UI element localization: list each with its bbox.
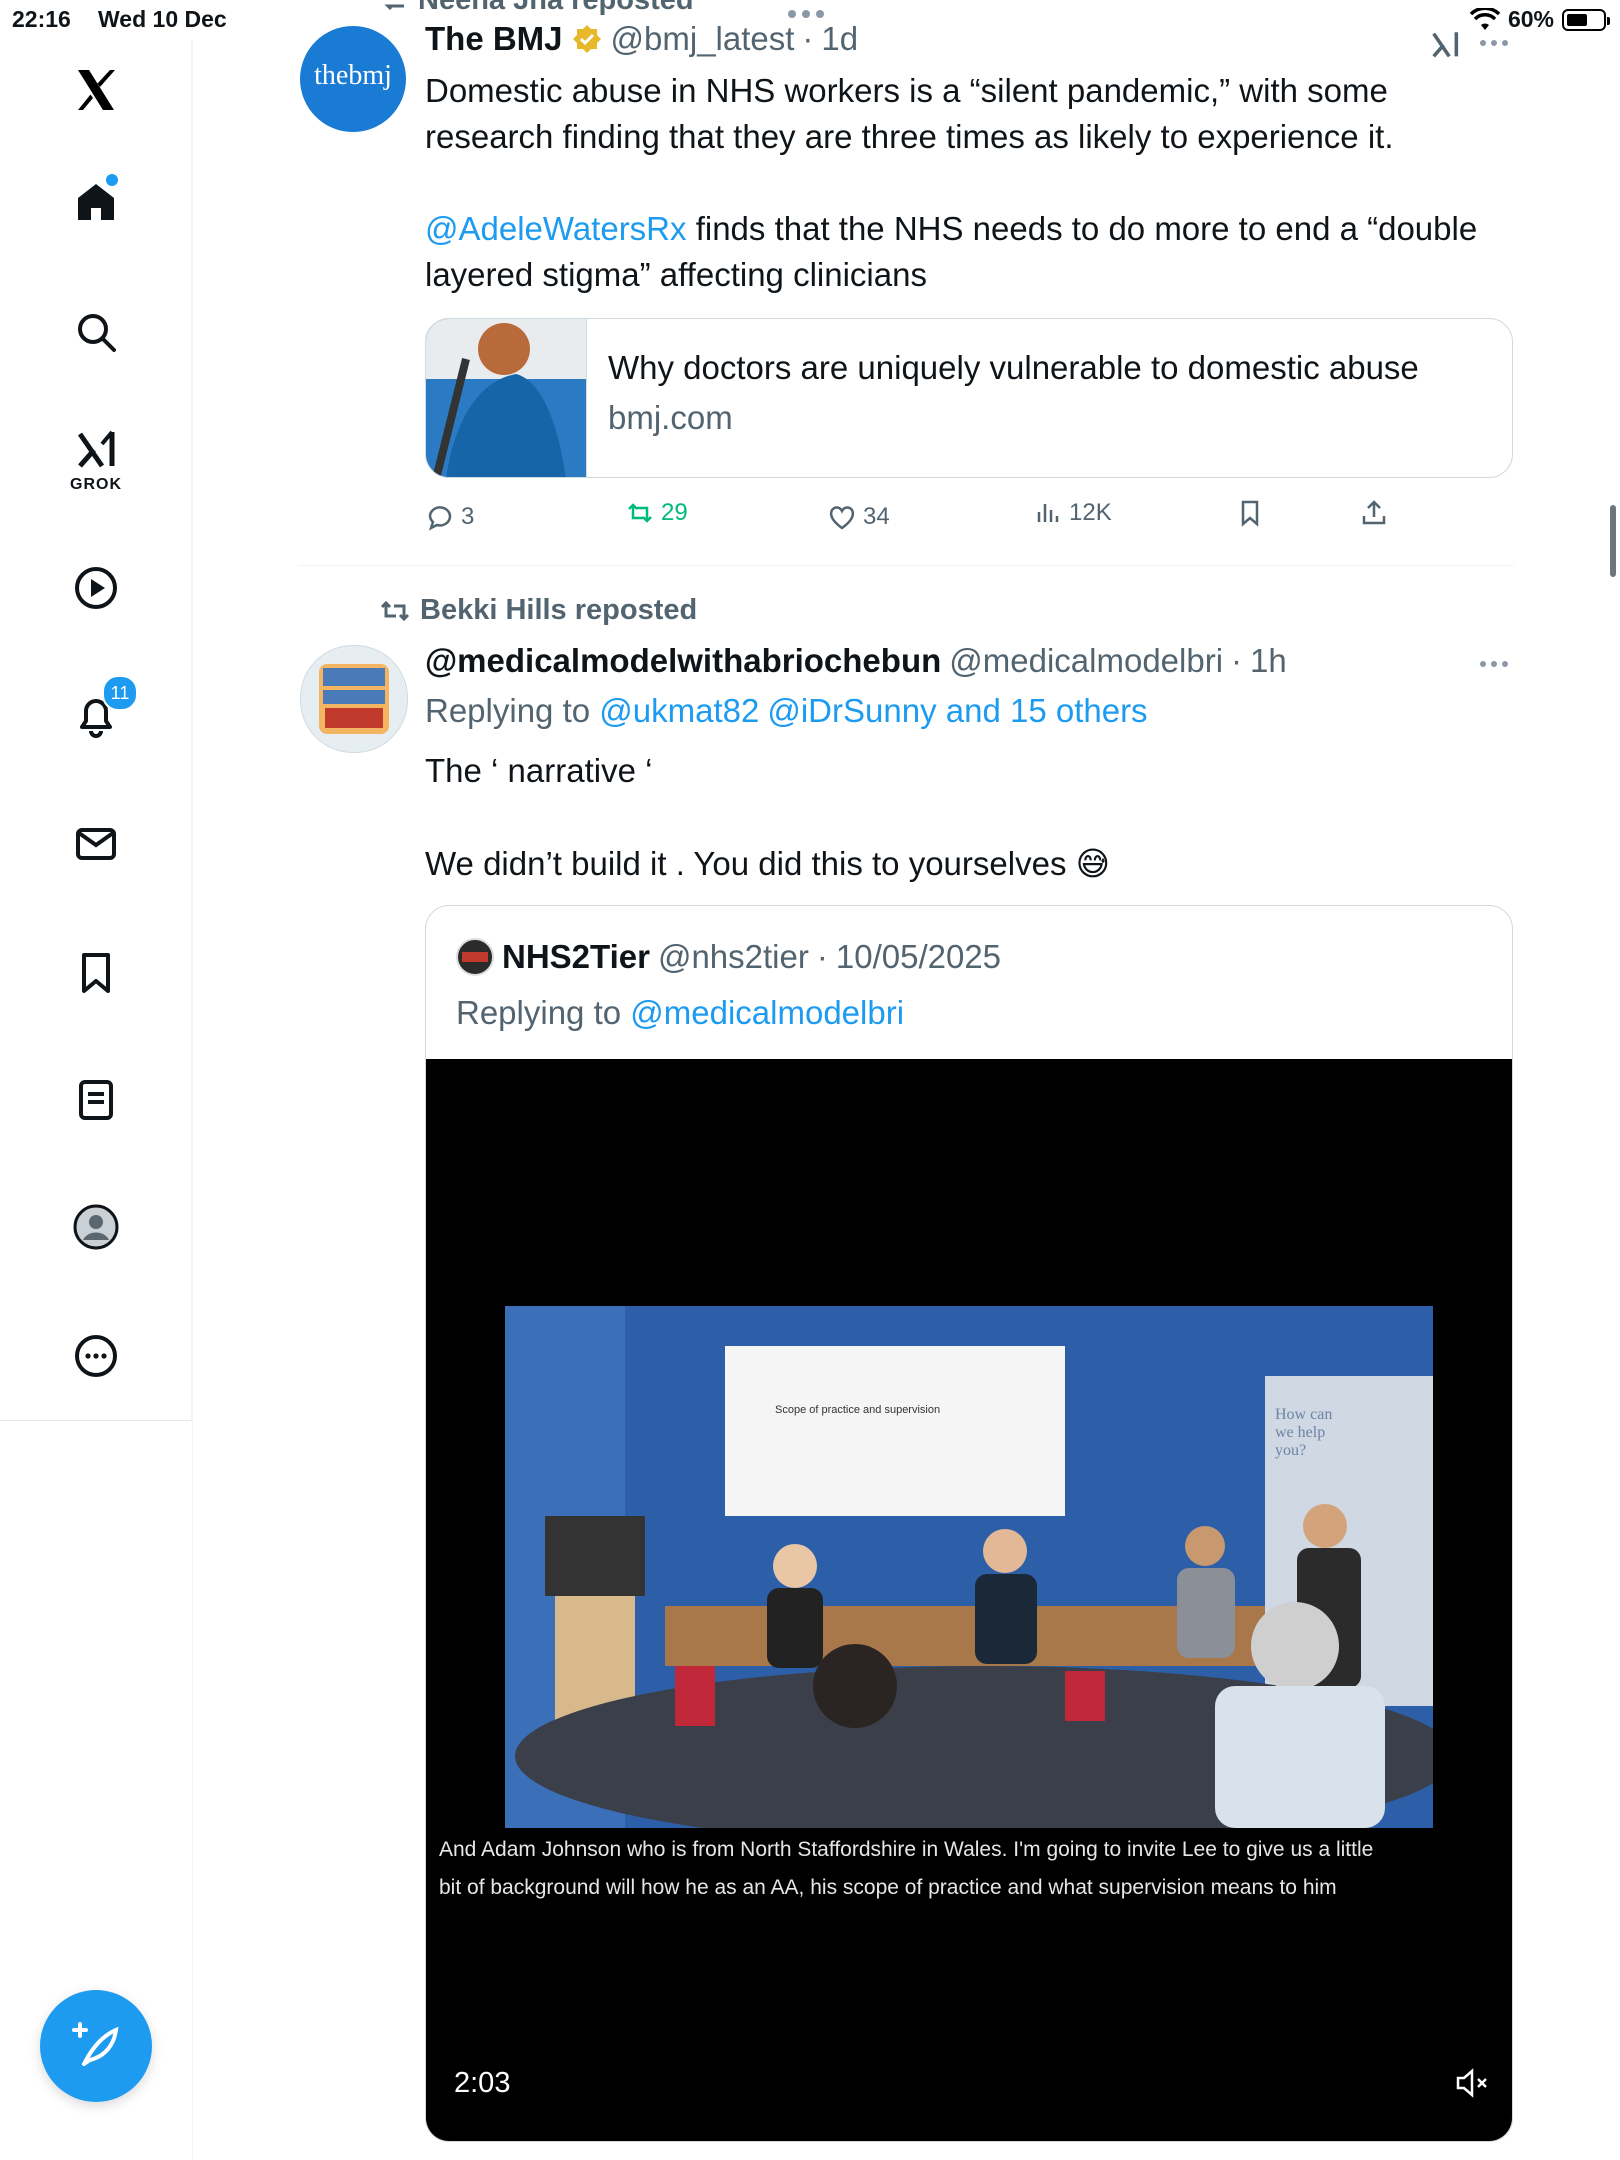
card-domain: bmj.com [608,399,733,436]
author-name[interactable]: The BMJ [425,20,563,58]
post-more-icon[interactable] [1480,661,1508,667]
profile-icon[interactable] [56,1187,136,1267]
post-text-1: Domestic abuse in NHS workers is a “sile… [425,72,1394,155]
video-player[interactable]: Scope of practice and supervision How ca… [426,1059,1512,2141]
quote-reply-mention[interactable]: @medicalmodelbri [630,994,904,1032]
post2-text-2: We didn’t build it . You did this to you… [425,845,1111,882]
sidebar-divider [192,40,193,2160]
post-header: The BMJ @bmj_latest · 1d [425,20,859,58]
post-actions: 3 29 34 12K [425,498,1525,538]
author-name[interactable]: @medicalmodelwithabriochebun [425,642,941,680]
author-handle[interactable]: @medicalmodelbri [949,642,1223,680]
battery-icon [1562,8,1610,31]
link-card[interactable]: Why doctors are uniquely vulnerable to d… [425,318,1513,478]
repost-header: Neena Jha reposted [380,0,694,17]
post-header-2: @medicalmodelwithabriochebun @medicalmod… [425,642,1287,680]
sidebar-bottom-divider [0,1420,192,1421]
status-time: 22:16 [12,6,71,32]
post-text-2: @AdeleWatersRx finds that the NHS needs … [425,210,1478,293]
mute-icon[interactable] [1454,2065,1490,2101]
more-icon[interactable] [56,1316,136,1396]
scrollbar[interactable] [1610,505,1616,577]
slide-text: Scope of practice and supervision [775,1404,941,1416]
repost-active-icon [628,503,652,523]
bmj-avatar[interactable]: thebmj [300,26,406,132]
post-more-icon[interactable] [1480,40,1508,46]
search-icon[interactable] [56,292,136,372]
quote-author[interactable]: NHS2Tier [502,938,650,976]
reply-mention-2[interactable]: @iDrSunny and 15 others [767,692,1147,730]
replying-to: Replying to @ukmat82 @iDrSunny and 15 ot… [425,692,1148,730]
reply-mention-1[interactable]: @ukmat82 [599,692,759,730]
repost-icon [384,4,404,10]
mention-link[interactable]: @AdeleWatersRx [425,210,687,247]
quoted-post[interactable]: NHS2Tier @nhs2tier · 10/05/2025 Replying… [425,905,1513,2142]
quote-avatar [456,938,494,976]
medicalmodel-avatar[interactable] [300,645,408,753]
reply-icon [428,506,452,531]
multitasking-dots-icon[interactable] [788,10,824,18]
wifi-icon [1469,7,1500,30]
banner-text: How can we help you? [1275,1406,1333,1459]
views-icon [1037,504,1059,522]
quote-date[interactable]: 10/05/2025 [836,938,1001,976]
home-unread-dot [106,174,118,186]
grok-top-icon[interactable] [1428,28,1462,67]
repost-button[interactable]: 29 [625,498,688,528]
bookmark-button[interactable] [1235,498,1265,528]
notifications-icon[interactable]: 11 [56,675,138,755]
quote-header: NHS2Tier @nhs2tier · 10/05/2025 [456,938,1001,976]
video-duration: 2:03 [454,2067,511,2099]
bookmark-icon [1241,500,1259,527]
quote-replying-to: Replying to @medicalmodelbri [456,994,905,1032]
repost-icon [380,600,410,621]
post-divider [298,565,1514,566]
home-icon[interactable] [56,162,136,242]
video-frame: Scope of practice and supervision How ca… [505,1306,1433,1828]
like-button[interactable]: 34 [827,502,890,532]
post-time[interactable]: 1h [1250,642,1287,680]
card-thumbnail [426,319,587,477]
status-date: Wed 10 Dec [98,6,227,32]
share-button[interactable] [1359,498,1389,528]
author-handle[interactable]: @bmj_latest [611,20,795,58]
lists-icon[interactable] [56,1060,136,1140]
compose-feather-icon [72,2022,119,2066]
battery-percent: 60% [1507,6,1554,32]
reply-button[interactable]: 3 [425,502,474,532]
x-logo-icon[interactable] [56,50,136,130]
messages-icon[interactable] [56,804,136,884]
status-right: 60% [1469,6,1610,33]
verified-badge-icon [572,25,601,53]
post-time[interactable]: 1d [821,20,858,58]
quote-handle[interactable]: @nhs2tier [658,938,809,976]
views-button[interactable]: 12K [1033,498,1112,528]
bookmarks-icon[interactable] [56,933,136,1013]
card-title: Why doctors are uniquely vulnerable to d… [608,349,1419,386]
share-icon [1362,500,1386,525]
video-icon[interactable] [56,548,136,628]
grok-label: GROK [70,476,122,493]
video-caption: And Adam Johnson who is from North Staff… [439,1838,1374,1899]
heart-icon [829,506,855,530]
notifications-badge: 11 [102,675,138,711]
repost-header-2: Bekki Hills reposted [378,594,697,627]
post2-text-1: The ‘ narrative ‘ [425,752,653,789]
compose-post-button[interactable] [40,1990,152,2102]
